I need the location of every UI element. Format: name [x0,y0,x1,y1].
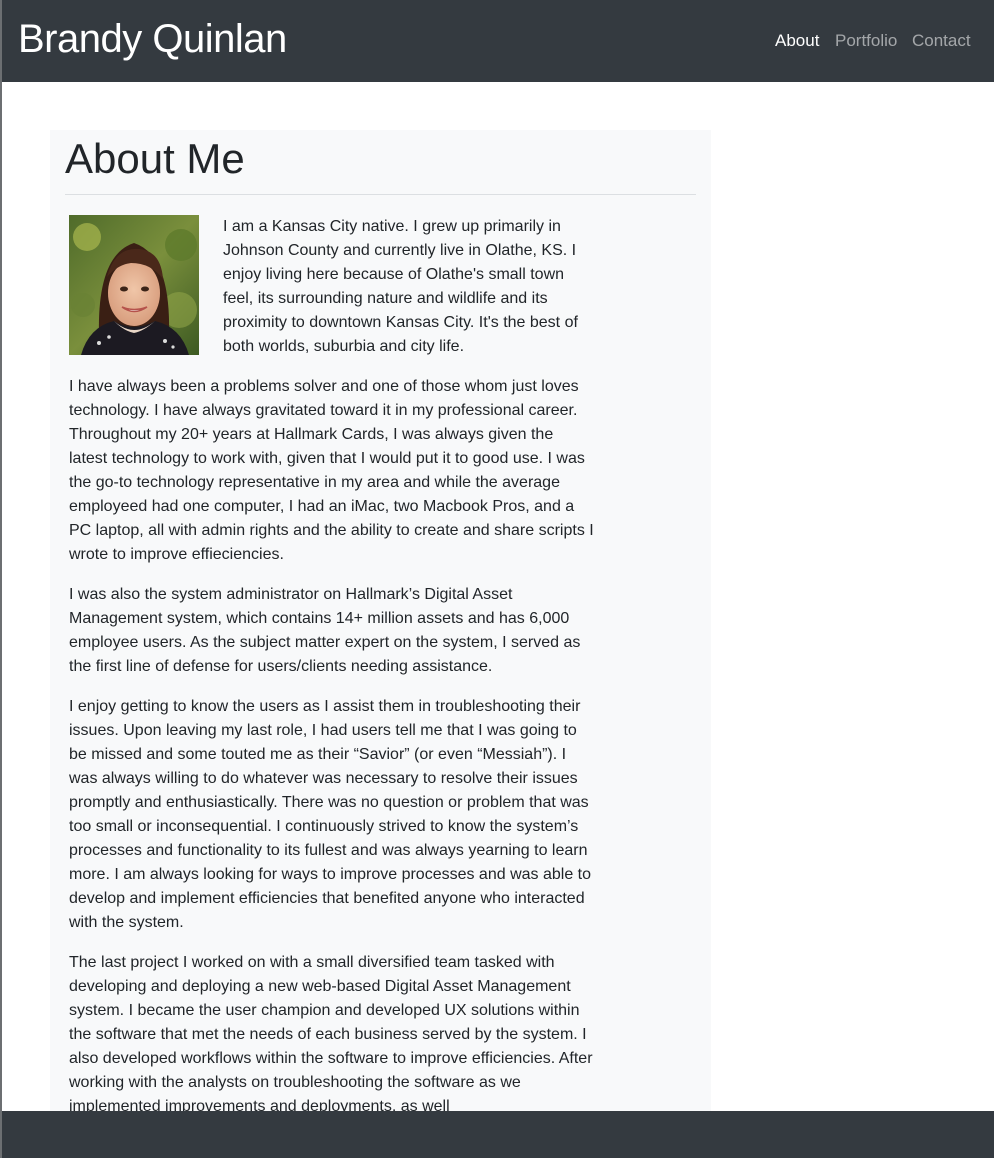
footer [2,1111,994,1158]
paragraph-system-admin: I was also the system administrator on H… [69,586,581,675]
paragraph-last-project: The last project I worked on with a smal… [69,954,593,1115]
profile-photo [69,215,199,355]
nav-link-contact[interactable]: Contact [912,31,971,51]
intro-paragraph: I am a Kansas City native. I grew up pri… [223,218,578,355]
paragraph-users: I enjoy getting to know the users as I a… [69,698,592,931]
nav-link-portfolio[interactable]: Portfolio [835,31,897,51]
window-left-edge [0,0,2,1158]
brand-link[interactable]: Brandy Quinlan [18,15,287,63]
page-title: About Me [65,135,245,182]
about-section: About Me I am a Kansas City native. I gr… [50,130,711,1120]
navbar: Brandy Quinlan About Portfolio Contact [2,0,994,82]
title-divider [65,194,696,195]
nav-link-about[interactable]: About [775,31,819,51]
paragraph-problem-solver: I have always been a problems solver and… [69,378,594,563]
about-paragraphs: I have always been a problems solver and… [69,375,594,1120]
